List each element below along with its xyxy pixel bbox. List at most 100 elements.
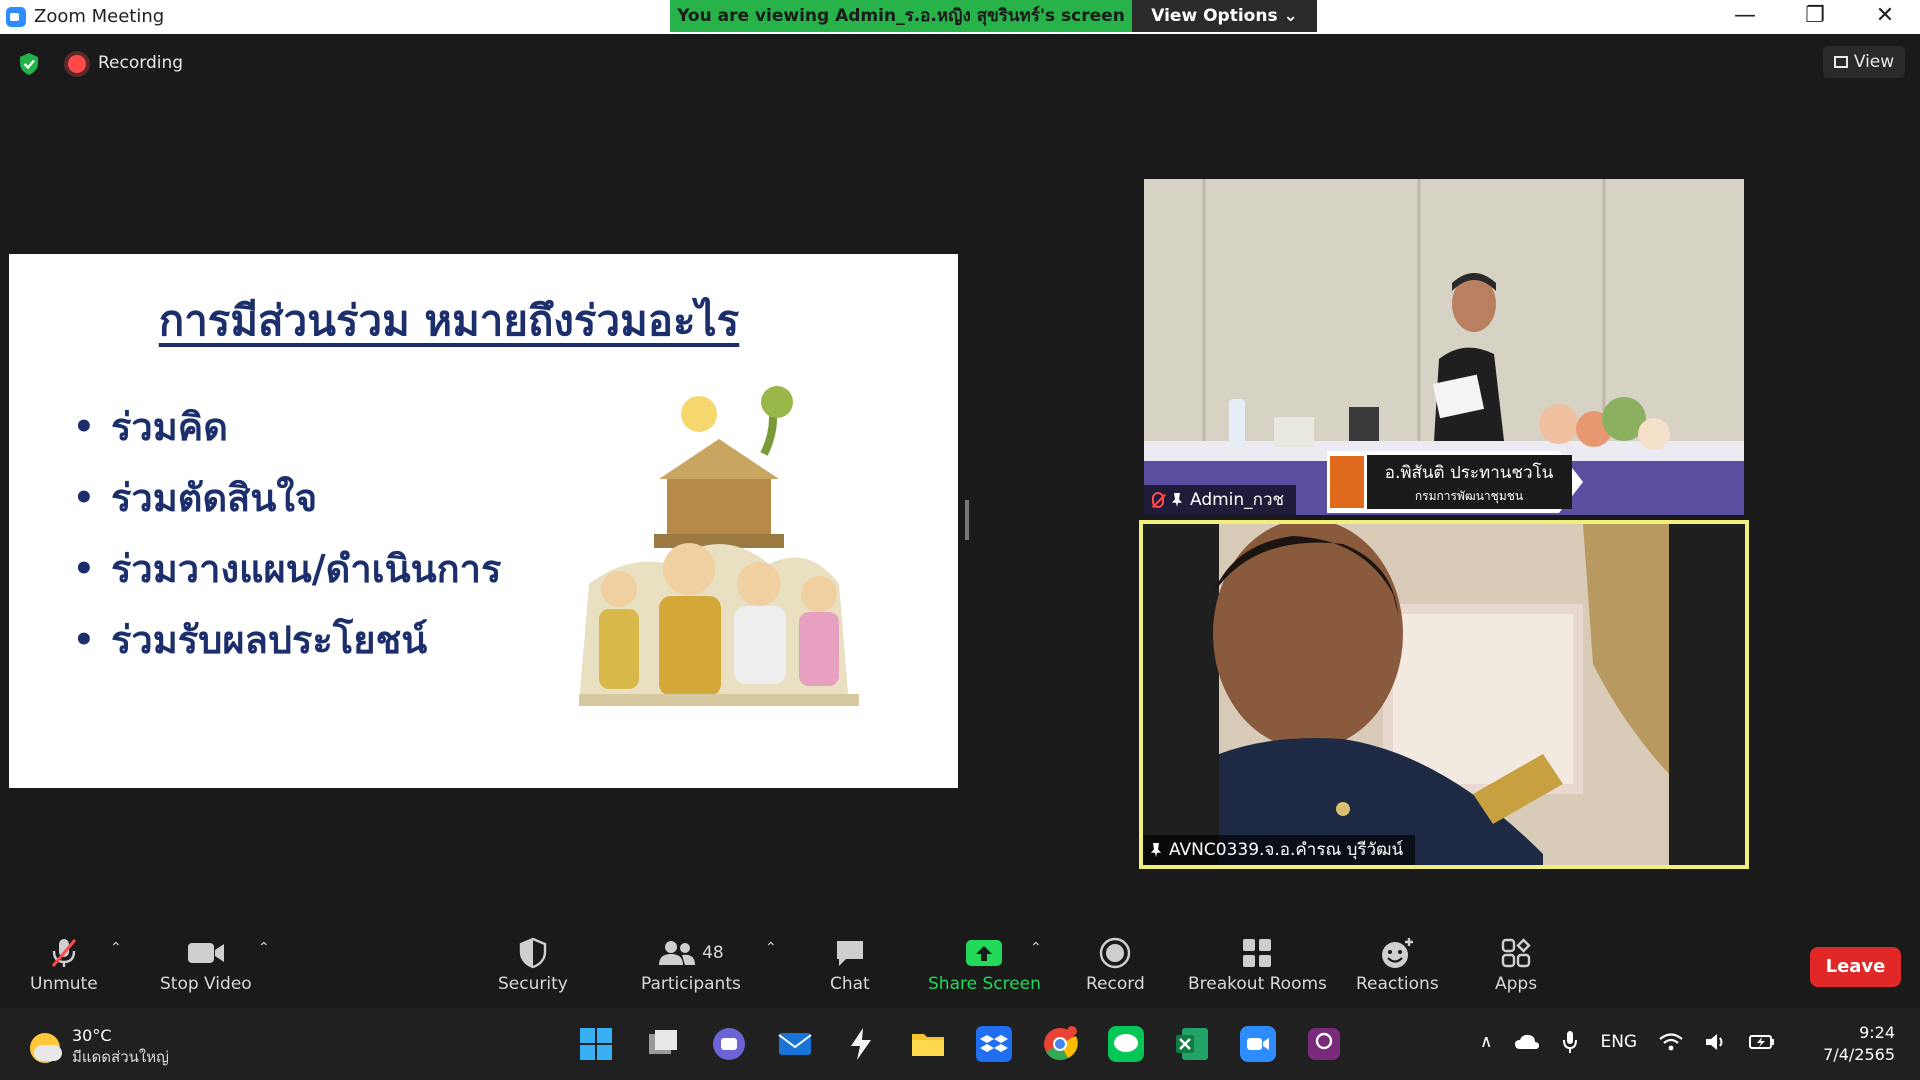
share-screen-label: Share Screen [928,974,1041,994]
chat-button[interactable]: Chat [830,934,870,994]
mail-icon[interactable] [777,1026,813,1062]
minimize-button[interactable]: — [1710,0,1780,34]
apps-icon [1501,938,1531,968]
dropbox-icon[interactable] [976,1026,1012,1062]
unmute-button[interactable]: Unmute [30,934,98,994]
participants-button[interactable]: 48 Participants [641,934,741,994]
system-clock[interactable]: 9:24 7/4/2565 [1805,1022,1895,1066]
teams-chat-icon[interactable] [711,1026,747,1062]
participants-count: 48 [702,943,724,963]
muted-microphone-icon [51,939,76,967]
security-button[interactable]: Security [498,934,568,994]
video-options-caret-icon[interactable]: ⌃ [258,940,270,956]
close-button[interactable]: ✕ [1850,0,1920,34]
security-label: Security [498,974,568,994]
wifi-icon[interactable] [1659,1032,1683,1052]
microphone-in-use-icon[interactable] [1562,1030,1578,1054]
chat-label: Chat [830,974,870,994]
apps-label: Apps [1495,974,1538,994]
pin-icon [1151,843,1161,857]
share-screen-arrow-icon [966,940,1003,966]
speaker-volume-icon[interactable] [1705,1032,1727,1052]
record-label: Record [1086,974,1145,994]
view-options-button[interactable]: View Options ⌄ [1132,0,1317,32]
muted-microphone-icon [1152,492,1164,508]
audio-options-caret-icon[interactable]: ⌃ [110,940,122,956]
input-language[interactable]: ENG [1600,1032,1637,1052]
breakout-rooms-label: Breakout Rooms [1188,974,1327,994]
participant-name-tag: Admin_กวช [1144,485,1297,515]
leave-button[interactable]: Leave [1810,947,1901,987]
gallery-grid-icon [1833,56,1848,68]
reactions-smiley-icon [1382,938,1414,968]
app-title: Zoom Meeting [6,6,164,27]
chat-bubble-icon [836,941,863,966]
windows-start-icon[interactable] [578,1026,614,1062]
reactions-button[interactable]: Reactions [1356,934,1439,994]
video-feed-participant [1143,524,1745,865]
encryption-shield-icon[interactable] [18,52,40,76]
breakout-rooms-button[interactable]: Breakout Rooms [1188,934,1327,994]
slide-bullet: ร่วมคิด [73,402,501,473]
security-shield-icon [519,937,547,969]
excel-icon[interactable] [1174,1026,1210,1062]
record-button[interactable]: Record [1086,934,1145,994]
meeting-controls-toolbar: Unmute ⌃ Stop Video ⌃ Security 48 Partic… [0,920,1920,1008]
reactions-label: Reactions [1356,974,1439,994]
stop-video-button[interactable]: Stop Video [160,934,252,994]
lower-third-org: กรมการพัฒนาชุมชน [1415,489,1523,504]
stop-video-label: Stop Video [160,974,252,994]
community-illustration [579,386,859,706]
window-title: Zoom Meeting [34,6,165,27]
clock-date: 7/4/2565 [1823,1045,1895,1064]
video-camera-icon [187,943,224,963]
task-view-icon[interactable] [645,1026,681,1062]
onedrive-cloud-icon[interactable] [1514,1033,1540,1051]
participant-name-tag: AVNC0339.จ.อ.คำรณ บุรีวัฒน์ [1143,835,1416,865]
share-screen-button[interactable]: Share Screen [928,934,1041,994]
apps-button[interactable]: Apps [1495,934,1537,994]
broadcast-lower-third: อ.พิสันติ ประทานชวโน กรมการพัฒนาชุมชน [1327,451,1583,513]
window-title-bar: Zoom Meeting You are viewing Admin_ร.อ.ห… [0,0,1920,34]
restore-button[interactable]: ❐ [1780,0,1850,34]
slide-title: การมีส่วนร่วม หมายถึงร่วมอะไร [158,296,740,345]
weather-description: มีแดดส่วนใหญ่ [72,1048,169,1066]
breakout-rooms-icon [1243,939,1272,967]
partly-sunny-icon [30,1032,62,1063]
battery-charging-icon[interactable] [1749,1033,1775,1051]
lightning-app-icon[interactable] [843,1026,879,1062]
view-label: View [1853,52,1895,72]
video-tile-active-speaker[interactable]: AVNC0339.จ.อ.คำรณ บุรีวัฒน์ [1139,520,1749,869]
system-tray: ∧ ENG [1480,1030,1775,1054]
slide-bullet: ร่วมตัดสินใจ [73,473,501,544]
shared-screen-slide: การมีส่วนร่วม หมายถึงร่วมอะไร ร่วมคิด ร่… [9,254,958,788]
windows-taskbar: 30°C มีแดดส่วนใหญ่ ∧ ENG 9:24 7/4/2565 [0,1008,1920,1080]
file-explorer-icon[interactable] [910,1026,946,1062]
panel-resize-handle[interactable] [965,500,969,540]
record-icon [1100,937,1131,969]
slide-bullet: ร่วมรับผลประโยชน์ [73,615,501,686]
participant-name: Admin_กวช [1190,490,1285,510]
zoom-logo-icon [6,6,26,27]
participants-label: Participants [641,974,741,994]
recording-dot-icon [68,55,86,73]
participant-name: AVNC0339.จ.อ.คำรณ บุรีวัฒน์ [1169,840,1404,860]
share-options-caret-icon[interactable]: ⌃ [1030,940,1042,956]
pdf-app-icon[interactable] [1306,1026,1342,1062]
pin-icon [1172,493,1182,507]
unmute-label: Unmute [30,974,98,994]
viewing-screen-banner: You are viewing Admin_ร.อ.หญิง สุขรินทร์… [670,0,1132,32]
zoom-taskbar-icon[interactable] [1240,1026,1276,1062]
lower-third-name: อ.พิสันติ ประทานชวโน [1385,462,1554,483]
participants-icon [659,941,696,965]
view-button[interactable]: View [1823,46,1905,78]
participants-options-caret-icon[interactable]: ⌃ [765,940,777,956]
weather-widget[interactable]: 30°C มีแดดส่วนใหญ่ [30,1026,169,1069]
show-hidden-icons-chevron-icon[interactable]: ∧ [1480,1032,1492,1052]
chrome-icon[interactable] [1042,1026,1078,1062]
recording-label[interactable]: Recording [98,53,183,73]
slide-bullet: ร่วมวางแผน/ดำเนินการ [73,544,501,615]
weather-temperature: 30°C [72,1026,112,1045]
clock-time: 9:24 [1859,1023,1895,1042]
line-messenger-icon[interactable] [1108,1026,1144,1062]
